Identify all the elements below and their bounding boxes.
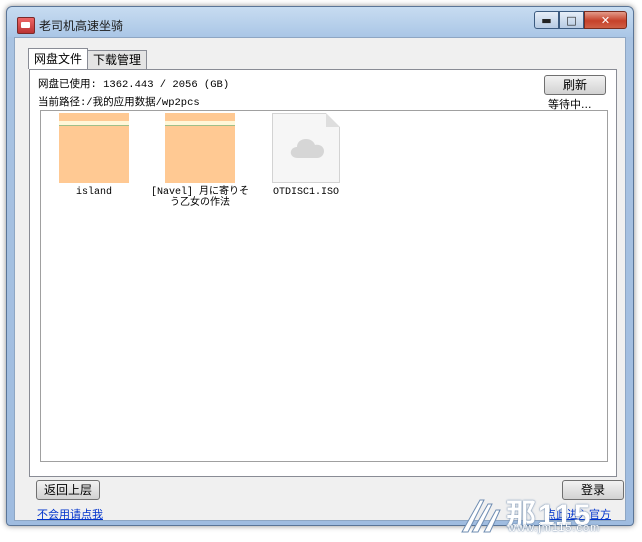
list-item[interactable]: OTDISC1.ISO <box>256 113 356 198</box>
watermark-logo-icon <box>461 499 501 533</box>
current-path-text: 当前路径:/我的应用数据/wp2pcs <box>38 97 200 109</box>
app-window: 老司机高速坐骑 ▬ □ ✕ 网盘文件 下载管理 网盘已使用: 1362.443 … <box>6 6 634 526</box>
tab-download-manager[interactable]: 下载管理 <box>87 50 148 69</box>
list-item[interactable]: [Navel] 月に寄りそう乙女の作法 <box>150 113 250 209</box>
tab-cloud-files[interactable]: 网盘文件 <box>28 48 89 69</box>
folder-icon <box>165 113 235 183</box>
app-icon <box>17 17 35 34</box>
file-name: island <box>75 187 112 198</box>
list-item[interactable]: island <box>44 113 144 198</box>
tab-panel: 网盘已使用: 1362.443 / 2056 (GB) 当前路径:/我的应用数据… <box>29 69 617 477</box>
refresh-button[interactable]: 刷新 <box>544 75 606 95</box>
minimize-button[interactable]: ▬ <box>534 11 559 29</box>
help-link[interactable]: 不会用请点我 <box>37 506 103 522</box>
title-bar[interactable]: 老司机高速坐骑 ▬ □ ✕ <box>7 7 633 37</box>
close-button[interactable]: ✕ <box>584 11 627 29</box>
watermark-url: www.jm115.com <box>508 522 601 534</box>
file-name: [Navel] 月に寄りそう乙女の作法 <box>150 187 249 209</box>
file-list[interactable]: island [Navel] 月に寄りそう乙女の作法 OTDISC1.ISO <box>40 110 608 462</box>
cloud-icon <box>290 139 324 158</box>
site-watermark: 那115 www.jm115.com <box>450 494 640 538</box>
file-name: OTDISC1.ISO <box>272 187 339 198</box>
cloud-file-icon <box>272 113 340 183</box>
caption-buttons: ▬ □ ✕ <box>534 11 627 31</box>
maximize-button[interactable]: □ <box>559 11 584 29</box>
client-area: 网盘文件 下载管理 网盘已使用: 1362.443 / 2056 (GB) 当前… <box>14 37 626 521</box>
window-title: 老司机高速坐骑 <box>39 19 124 33</box>
folder-icon <box>59 113 129 183</box>
back-button[interactable]: 返回上层 <box>36 480 100 500</box>
disk-usage-text: 网盘已使用: 1362.443 / 2056 (GB) <box>38 79 230 91</box>
tab-bar: 网盘文件 下载管理 <box>28 48 148 70</box>
